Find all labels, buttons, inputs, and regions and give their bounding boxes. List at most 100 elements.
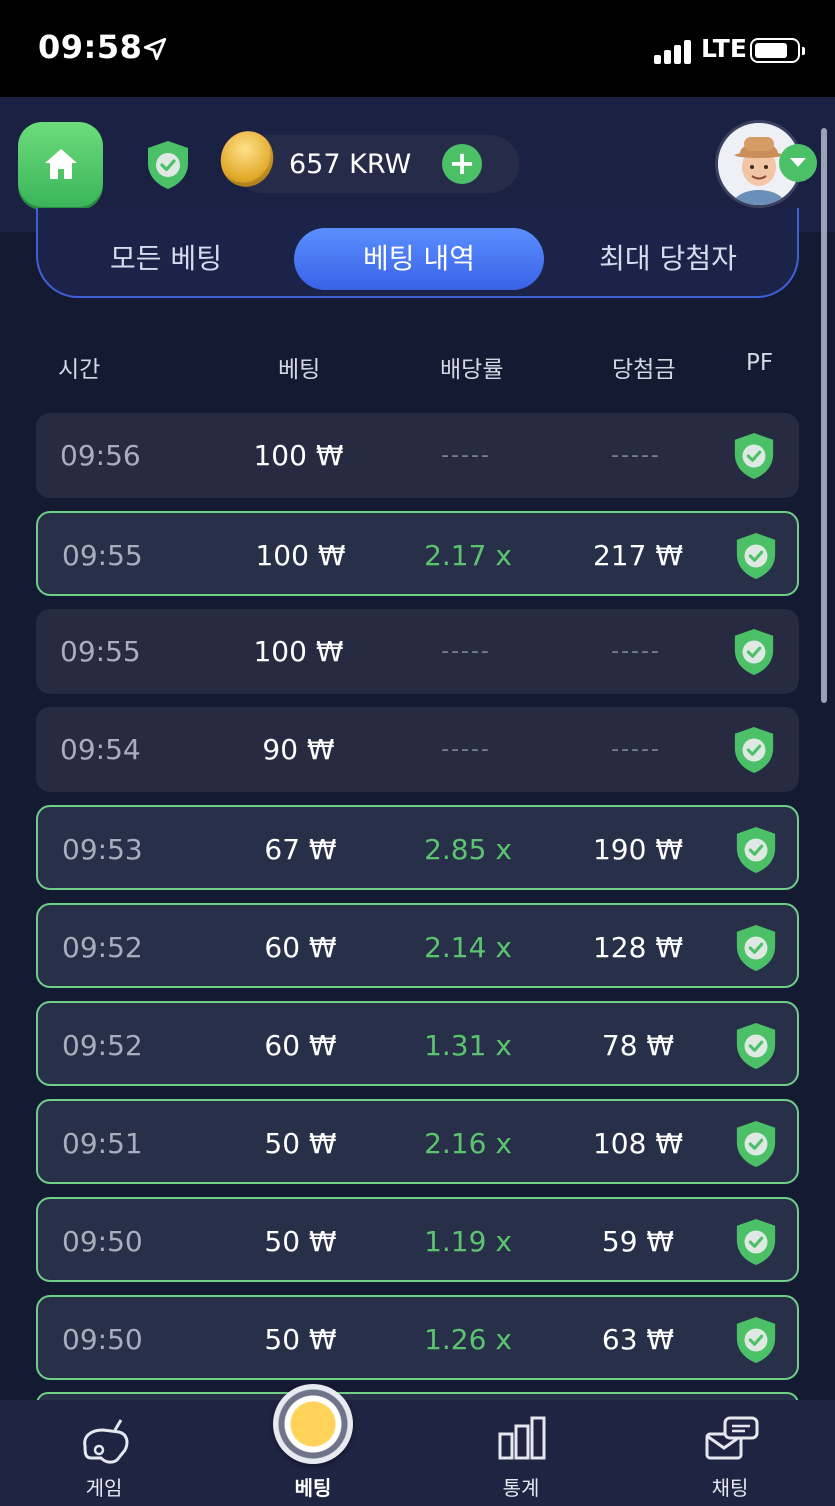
provably-fair-shield-icon[interactable] xyxy=(734,1119,778,1169)
row-bet-amount: 67 ₩ xyxy=(264,833,337,866)
row-time: 09:50 xyxy=(62,1323,143,1356)
row-winnings: 63 ₩ xyxy=(601,1323,675,1356)
nav-betting-label: 베팅 xyxy=(294,1476,332,1500)
row-pf xyxy=(734,1315,778,1372)
column-header-pf: PF xyxy=(746,350,774,376)
row-multiplier: 1.26 x xyxy=(424,1323,512,1356)
provably-fair-shield-icon[interactable] xyxy=(734,923,778,973)
column-header-multiplier: 배당률 xyxy=(440,357,504,383)
chat-icon xyxy=(705,1416,759,1460)
table-row[interactable]: 09:55 100 ₩ 2.17 x 217 ₩ xyxy=(36,511,799,596)
row-winnings: 108 ₩ xyxy=(592,1127,684,1160)
row-bet-amount: 90 ₩ xyxy=(262,733,335,766)
profile-dropdown-button[interactable] xyxy=(779,144,817,182)
row-bet-amount: 50 ₩ xyxy=(264,1323,337,1356)
row-winnings: 190 ₩ xyxy=(592,833,684,866)
row-pf xyxy=(734,825,778,882)
row-pf xyxy=(732,725,776,782)
location-arrow-icon xyxy=(143,37,167,61)
row-time: 09:50 xyxy=(62,1225,143,1258)
row-winnings: 78 ₩ xyxy=(601,1029,675,1062)
row-bet-amount: 50 ₩ xyxy=(264,1127,337,1160)
table-row[interactable]: 09:56 100 ₩ ----- ----- xyxy=(36,413,799,498)
chevron-down-icon xyxy=(790,158,806,167)
row-pf xyxy=(734,531,778,588)
row-time: 09:51 xyxy=(62,1127,143,1160)
row-bet-amount: 60 ₩ xyxy=(264,1029,337,1062)
nav-chat[interactable]: 채팅 xyxy=(660,1400,800,1506)
row-time: 09:52 xyxy=(62,1029,143,1062)
row-multiplier: 1.31 x xyxy=(424,1029,512,1062)
table-row[interactable]: 09:53 67 ₩ 2.85 x 190 ₩ xyxy=(36,805,799,890)
row-time: 09:55 xyxy=(62,539,143,572)
row-time: 09:54 xyxy=(60,733,141,766)
row-pf xyxy=(734,1021,778,1078)
row-bet-amount: 100 ₩ xyxy=(253,635,344,668)
nav-chat-label: 채팅 xyxy=(711,1476,749,1500)
battery-icon xyxy=(750,38,805,63)
nav-stats[interactable]: 통계 xyxy=(451,1400,591,1506)
row-winnings: ----- xyxy=(611,443,661,468)
row-multiplier: 2.14 x xyxy=(424,931,512,964)
bottom-navigation: 게임 베팅 통계 채팅 xyxy=(0,1400,835,1506)
column-header-bet: 베팅 xyxy=(278,357,321,383)
row-multiplier: 2.16 x xyxy=(424,1127,512,1160)
row-pf xyxy=(734,1119,778,1176)
row-time: 09:55 xyxy=(60,635,141,668)
row-pf xyxy=(734,1217,778,1274)
row-bet-amount: 50 ₩ xyxy=(264,1225,337,1258)
provably-fair-shield-icon[interactable] xyxy=(734,1315,778,1365)
row-pf xyxy=(732,627,776,684)
table-row[interactable]: 09:54 90 ₩ ----- ----- xyxy=(36,707,799,792)
tab-all-bets[interactable]: 모든 베팅 xyxy=(76,228,256,290)
row-multiplier: 2.85 x xyxy=(424,833,512,866)
row-pf xyxy=(732,431,776,488)
provably-fair-shield-icon[interactable] xyxy=(734,1021,778,1071)
provably-fair-shield-icon[interactable] xyxy=(734,825,778,875)
row-multiplier: 1.19 x xyxy=(424,1225,512,1258)
tab-top-winners[interactable]: 최대 당첨자 xyxy=(573,228,763,290)
row-winnings: ----- xyxy=(611,639,661,664)
table-row[interactable]: 09:52 60 ₩ 2.14 x 128 ₩ xyxy=(36,903,799,988)
bets-tab-bar: 모든 베팅 베팅 내역 최대 당첨자 xyxy=(36,208,799,298)
row-multiplier: ----- xyxy=(441,737,491,762)
row-time: 09:56 xyxy=(60,439,141,472)
balance-amount: 657 KRW xyxy=(289,149,412,180)
home-icon xyxy=(45,149,77,179)
column-header-time: 시간 xyxy=(58,357,101,383)
table-row[interactable]: 09:50 50 ₩ 1.26 x 63 ₩ xyxy=(36,1295,799,1380)
provably-fair-shield-icon[interactable] xyxy=(732,431,776,481)
provably-fair-shield-icon[interactable] xyxy=(734,531,778,581)
scrollbar[interactable] xyxy=(821,128,827,703)
row-multiplier: ----- xyxy=(441,443,491,468)
wallet-balance: 657 KRW + xyxy=(212,123,519,195)
coin-icon xyxy=(212,123,282,195)
row-pf xyxy=(734,923,778,980)
add-funds-button[interactable]: + xyxy=(442,144,482,184)
table-row[interactable]: 09:55 100 ₩ ----- ----- xyxy=(36,609,799,694)
provably-fair-shield-icon[interactable] xyxy=(145,139,191,191)
row-winnings: 59 ₩ xyxy=(601,1225,675,1258)
signal-icon xyxy=(654,40,692,64)
row-time: 09:53 xyxy=(62,833,143,866)
provably-fair-shield-icon[interactable] xyxy=(732,725,776,775)
row-winnings: 217 ₩ xyxy=(592,539,684,572)
row-bet-amount: 60 ₩ xyxy=(264,931,337,964)
row-winnings: ----- xyxy=(611,737,661,762)
chip-icon[interactable] xyxy=(273,1384,353,1464)
home-button[interactable] xyxy=(18,122,103,207)
provably-fair-shield-icon[interactable] xyxy=(734,1217,778,1267)
status-bar: 09:58 LTE xyxy=(0,0,835,97)
row-time: 09:52 xyxy=(62,931,143,964)
nav-game[interactable]: 게임 xyxy=(34,1400,174,1506)
table-row[interactable]: 09:52 60 ₩ 1.31 x 78 ₩ xyxy=(36,1001,799,1086)
table-row[interactable]: 09:50 50 ₩ 1.19 x 59 ₩ xyxy=(36,1197,799,1282)
gamepad-icon xyxy=(83,1419,129,1464)
table-row[interactable]: 09:51 50 ₩ 2.16 x 108 ₩ xyxy=(36,1099,799,1184)
stats-icon xyxy=(498,1416,546,1460)
row-multiplier: 2.17 x xyxy=(424,539,512,572)
tab-my-bets[interactable]: 베팅 내역 xyxy=(294,228,544,290)
column-header-winnings: 당첨금 xyxy=(612,357,676,383)
provably-fair-shield-icon[interactable] xyxy=(732,627,776,677)
status-time: 09:58 xyxy=(38,28,143,66)
